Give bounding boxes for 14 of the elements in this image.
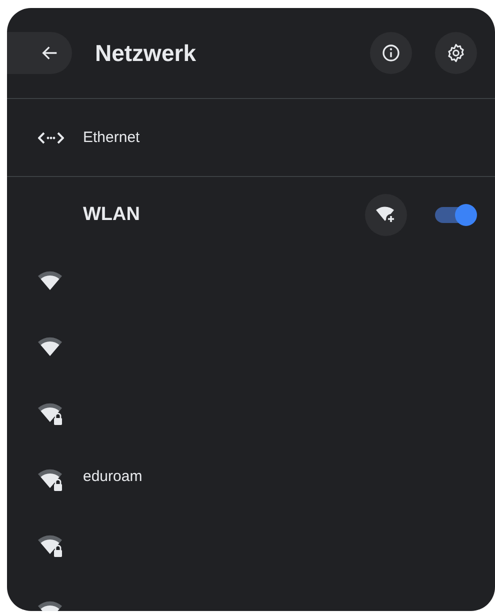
wlan-toggle[interactable] (435, 207, 475, 223)
ethernet-label: Ethernet (83, 129, 140, 146)
wlan-label: WLAN (83, 204, 141, 226)
network-name: eduroam (83, 468, 142, 485)
wifi-add-icon (375, 205, 397, 225)
ethernet-row[interactable]: Ethernet (7, 99, 495, 177)
page-title: Netzwerk (95, 40, 197, 66)
ethernet-icon (38, 130, 64, 144)
add-network-button[interactable] (365, 194, 407, 236)
info-button[interactable] (370, 32, 412, 74)
network-row[interactable]: eduroam (7, 451, 495, 517)
settings-button[interactable] (435, 32, 477, 74)
info-icon (381, 43, 401, 63)
settings-icon (446, 43, 466, 63)
